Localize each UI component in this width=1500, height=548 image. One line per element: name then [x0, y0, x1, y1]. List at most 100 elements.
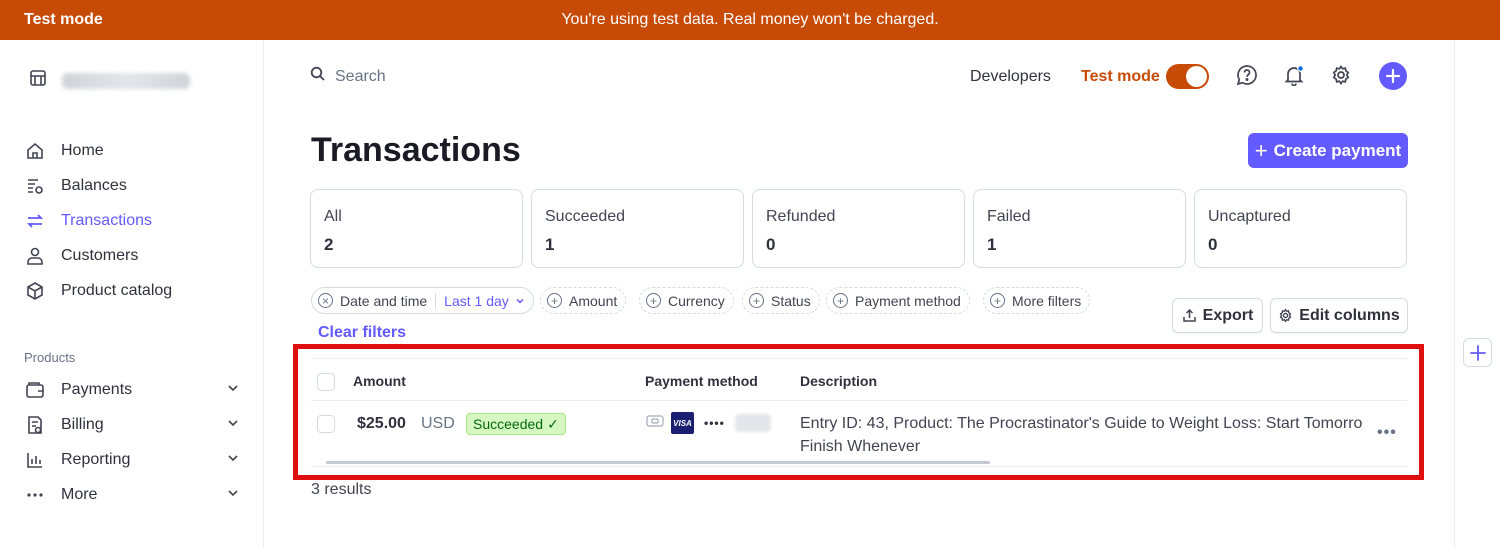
- filter-chip-date[interactable]: × Date and time Last 1 day: [311, 287, 534, 314]
- payment-method-cell: VISA ••••: [645, 412, 771, 434]
- results-count: 3 results: [311, 481, 372, 498]
- chevron-down-icon: [226, 381, 240, 400]
- products-section-label: Products: [24, 350, 76, 365]
- filter-chip-amount[interactable]: + Amount: [540, 287, 627, 314]
- plus-icon: [1385, 68, 1401, 84]
- gear-icon[interactable]: [1329, 63, 1353, 87]
- card-icon: [645, 413, 665, 434]
- filter-label: More filters: [1012, 292, 1082, 309]
- create-payment-button[interactable]: + Create payment: [1248, 133, 1408, 168]
- notifications-bell-icon[interactable]: [1282, 63, 1306, 87]
- chevron-down-icon: [226, 451, 240, 470]
- add-filter-icon: +: [990, 293, 1005, 308]
- store-icon: [28, 68, 48, 93]
- status-card-succeeded[interactable]: Succeeded 1: [531, 189, 744, 268]
- add-filter-icon: +: [646, 293, 661, 308]
- status-card-count: 2: [324, 235, 334, 254]
- chevron-down-icon: [515, 293, 525, 309]
- help-icon[interactable]: [1235, 63, 1259, 87]
- sidebar-item-transactions[interactable]: Transactions: [24, 207, 244, 235]
- remove-filter-icon[interactable]: ×: [318, 293, 333, 308]
- row-checkbox[interactable]: [317, 415, 335, 433]
- row-amount: $25.00: [357, 415, 406, 432]
- add-panel-button[interactable]: [1463, 338, 1492, 367]
- more-icon: [24, 484, 46, 506]
- filter-chip-currency[interactable]: + Currency: [639, 287, 734, 314]
- home-icon: [24, 140, 46, 162]
- filter-chip-more[interactable]: + More filters: [983, 287, 1091, 314]
- status-badge: Succeeded ✓: [466, 413, 566, 435]
- divider: [435, 292, 437, 309]
- table-bottom-border: [311, 466, 1407, 467]
- search-icon: [310, 66, 326, 87]
- create-new-plus-button[interactable]: [1379, 62, 1407, 90]
- filter-label: Status: [771, 292, 811, 309]
- filter-label: Currency: [668, 292, 725, 309]
- developers-link[interactable]: Developers: [970, 68, 1051, 86]
- status-card-count: 0: [766, 235, 776, 254]
- column-header-amount[interactable]: Amount: [353, 373, 406, 389]
- search-input[interactable]: Search: [310, 66, 386, 87]
- test-mode-banner: Test mode You're using test data. Real m…: [0, 0, 1500, 40]
- test-mode-toggle[interactable]: [1166, 64, 1209, 89]
- transactions-icon: [24, 210, 46, 232]
- plus-icon: [1469, 344, 1486, 361]
- sidebar-item-more[interactable]: More: [24, 481, 244, 509]
- edit-columns-button[interactable]: Edit columns: [1270, 298, 1408, 333]
- sidebar-item-home[interactable]: Home: [24, 137, 244, 165]
- chevron-down-icon: [226, 486, 240, 505]
- sidebar-item-label: More: [61, 486, 98, 503]
- filter-label: Payment method: [855, 292, 961, 309]
- visa-logo: VISA: [671, 412, 694, 434]
- sidebar-item-reporting[interactable]: Reporting: [24, 446, 244, 474]
- status-card-label: Succeeded: [545, 208, 626, 225]
- status-card-all[interactable]: All 2: [310, 189, 523, 268]
- filter-label: Date and time: [340, 292, 428, 309]
- account-switcher[interactable]: [28, 68, 190, 93]
- row-currency: USD: [421, 415, 455, 432]
- sidebar-item-label: Product catalog: [61, 282, 173, 299]
- sidebar-item-customers[interactable]: Customers: [24, 242, 244, 270]
- filter-chip-status[interactable]: + Status: [742, 287, 820, 314]
- search-placeholder: Search: [335, 67, 386, 85]
- status-card-failed[interactable]: Failed 1: [973, 189, 1186, 268]
- column-header-description[interactable]: Description: [800, 373, 877, 389]
- sidebar-item-billing[interactable]: Billing: [24, 411, 244, 439]
- reporting-icon: [24, 449, 46, 471]
- row-description: Entry ID: 43, Product: The Procrastinato…: [800, 412, 1370, 458]
- select-all-checkbox[interactable]: [317, 373, 335, 391]
- sidebar-item-label: Payments: [61, 381, 133, 398]
- column-header-payment-method[interactable]: Payment method: [645, 373, 758, 389]
- billing-icon: [24, 414, 46, 436]
- sidebar-item-label: Balances: [61, 177, 127, 194]
- sidebar-item-label: Reporting: [61, 451, 131, 468]
- clear-filters-link[interactable]: Clear filters: [318, 324, 406, 342]
- sidebar: Home Balances Transactions Customers Pro…: [0, 40, 264, 548]
- sidebar-item-label: Billing: [61, 416, 104, 433]
- export-icon: [1182, 308, 1196, 322]
- right-rail: [1454, 40, 1500, 548]
- export-button[interactable]: Export: [1172, 298, 1263, 333]
- status-card-label: Refunded: [766, 208, 836, 225]
- table-top-border: [311, 358, 1407, 359]
- sidebar-item-product-catalog[interactable]: Product catalog: [24, 277, 244, 305]
- sidebar-item-label: Customers: [61, 247, 139, 264]
- card-last4-redacted: [734, 414, 771, 432]
- header-divider: [311, 400, 1407, 401]
- horizontal-scrollbar[interactable]: [326, 461, 990, 464]
- status-card-count: 0: [1208, 235, 1218, 254]
- chevron-down-icon: [226, 416, 240, 435]
- create-payment-label: Create payment: [1273, 140, 1402, 160]
- description-line: Entry ID: 43, Product: The Procrastinato…: [800, 415, 1363, 432]
- plus-icon: +: [1254, 137, 1268, 163]
- sidebar-item-balances[interactable]: Balances: [24, 172, 244, 200]
- status-card-refunded[interactable]: Refunded 0: [752, 189, 965, 268]
- balances-icon: [24, 175, 46, 197]
- row-actions-button[interactable]: •••: [1377, 424, 1397, 442]
- filter-chip-payment-method[interactable]: + Payment method: [826, 287, 970, 314]
- edit-columns-label: Edit columns: [1299, 306, 1400, 324]
- sidebar-item-payments[interactable]: Payments: [24, 376, 244, 404]
- status-card-uncaptured[interactable]: Uncaptured 0: [1194, 189, 1407, 268]
- add-filter-icon: +: [547, 293, 562, 308]
- test-mode-label: Test mode: [1081, 68, 1160, 85]
